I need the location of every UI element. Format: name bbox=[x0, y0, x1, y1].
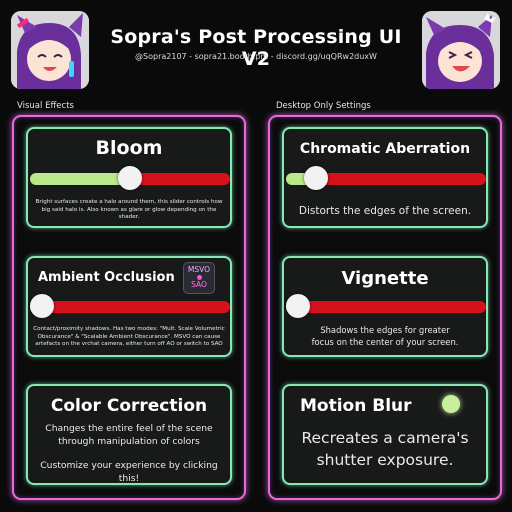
bloom-slider[interactable] bbox=[30, 166, 230, 190]
ao-mode-sao: SAO bbox=[191, 280, 207, 289]
chromatic-aberration-title: Chromatic Aberration bbox=[299, 141, 471, 157]
ao-mode-msvo: MSVO bbox=[187, 265, 211, 274]
section-label-visual-effects: Visual Effects bbox=[17, 101, 74, 111]
motion-blur-description-1: Recreates a camera's bbox=[301, 429, 469, 447]
color-correction-description-2: through manipulation of colors bbox=[58, 436, 200, 447]
motion-blur-card: Motion Blur Recreates a camera's shutter… bbox=[282, 384, 488, 485]
color-correction-description-1: Changes the entire feel of the scene bbox=[45, 423, 213, 434]
avatar-left bbox=[11, 11, 89, 89]
ambient-occlusion-slider-knob[interactable] bbox=[30, 294, 54, 318]
vignette-title: Vignette bbox=[341, 268, 429, 289]
desktop-settings-panel: Chromatic Aberration Distorts the edges … bbox=[268, 115, 502, 500]
ambient-occlusion-description: Contact/proximity shadows. Has two modes… bbox=[33, 326, 225, 347]
bloom-card: Bloom Bright surfaces create a halo arou… bbox=[26, 127, 232, 228]
chromatic-aberration-card: Chromatic Aberration Distorts the edges … bbox=[282, 127, 488, 228]
color-correction-title: Color Correction bbox=[50, 396, 208, 416]
bloom-description: Bright surfaces create a halo around the… bbox=[35, 199, 223, 220]
visual-effects-panel: Bloom Bright surfaces create a halo arou… bbox=[12, 115, 246, 500]
vignette-slider-knob[interactable] bbox=[286, 294, 310, 318]
vignette-slider[interactable] bbox=[286, 294, 486, 318]
page-title: Sopra's Post Processing UI V2 bbox=[110, 26, 402, 70]
chromatic-aberration-slider-track bbox=[316, 173, 486, 185]
chromatic-aberration-slider-knob[interactable] bbox=[304, 166, 328, 190]
vignette-description-1: Shadows the edges for greater bbox=[320, 325, 450, 335]
color-correction-card[interactable]: Color Correction Changes the entire feel… bbox=[26, 384, 232, 485]
vignette-slider-track bbox=[298, 301, 486, 313]
ambient-occlusion-card: Ambient Occlusion MSVO SAO Contact/proxi… bbox=[26, 256, 232, 357]
bloom-slider-track bbox=[130, 173, 230, 185]
ambient-occlusion-slider-track bbox=[42, 301, 230, 313]
motion-blur-description-2: shutter exposure. bbox=[316, 451, 454, 469]
motion-blur-toggle[interactable] bbox=[442, 395, 460, 413]
chromatic-aberration-slider[interactable] bbox=[286, 166, 486, 190]
vignette-description-2: focus on the center of your screen. bbox=[311, 337, 459, 347]
bloom-title: Bloom bbox=[95, 137, 163, 159]
bloom-slider-knob[interactable] bbox=[118, 166, 142, 190]
vignette-card: Vignette Shadows the edges for greater f… bbox=[282, 256, 488, 357]
section-label-desktop-settings: Desktop Only Settings bbox=[276, 101, 371, 111]
bloom-slider-fill bbox=[30, 173, 130, 185]
page-subtitle: @Sopra2107 - sopra21.booth.pm - discord.… bbox=[135, 52, 377, 61]
ambient-occlusion-slider[interactable] bbox=[30, 294, 230, 318]
color-correction-cta: Customize your experience by clicking th… bbox=[40, 460, 218, 484]
avatar-right bbox=[422, 11, 500, 89]
chromatic-aberration-description: Distorts the edges of the screen. bbox=[298, 205, 472, 217]
ao-mode-toggle[interactable]: MSVO SAO bbox=[183, 262, 215, 294]
